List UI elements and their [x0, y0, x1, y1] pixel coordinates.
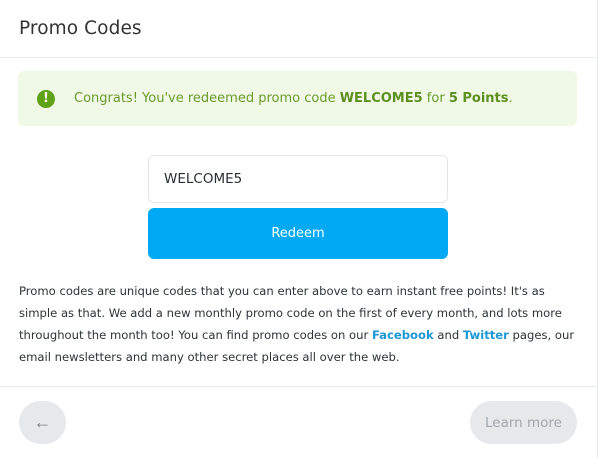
modal-title: Promo Codes	[19, 18, 142, 39]
promo-code-input[interactable]	[148, 155, 448, 203]
alert-text-middle: for	[422, 91, 449, 106]
alert-text-before: Congrats! You've redeemed promo code	[74, 91, 340, 106]
description-text-2: and	[433, 328, 463, 342]
alert-text-after: .	[508, 91, 513, 106]
back-button[interactable]: ←	[19, 401, 66, 444]
alert-message: Congrats! You've redeemed promo code WEL…	[74, 91, 513, 106]
alert-points: 5 Points	[448, 91, 509, 106]
success-alert: ! Congrats! You've redeemed promo code W…	[18, 71, 577, 126]
learn-more-button[interactable]: Learn more	[470, 401, 577, 444]
modal-footer: ← Learn more	[0, 386, 597, 459]
promo-description: Promo codes are unique codes that you ca…	[19, 280, 584, 368]
promo-codes-modal: Promo Codes ! Congrats! You've redeemed …	[0, 0, 598, 458]
alert-promo-code: WELCOME5	[339, 91, 423, 106]
exclamation-circle-icon: !	[37, 89, 55, 108]
modal-header: Promo Codes	[0, 0, 597, 58]
facebook-link[interactable]: Facebook	[372, 328, 434, 342]
twitter-link[interactable]: Twitter	[463, 328, 509, 342]
arrow-left-icon: ←	[33, 412, 52, 432]
redeem-button[interactable]: Redeem	[148, 208, 448, 259]
